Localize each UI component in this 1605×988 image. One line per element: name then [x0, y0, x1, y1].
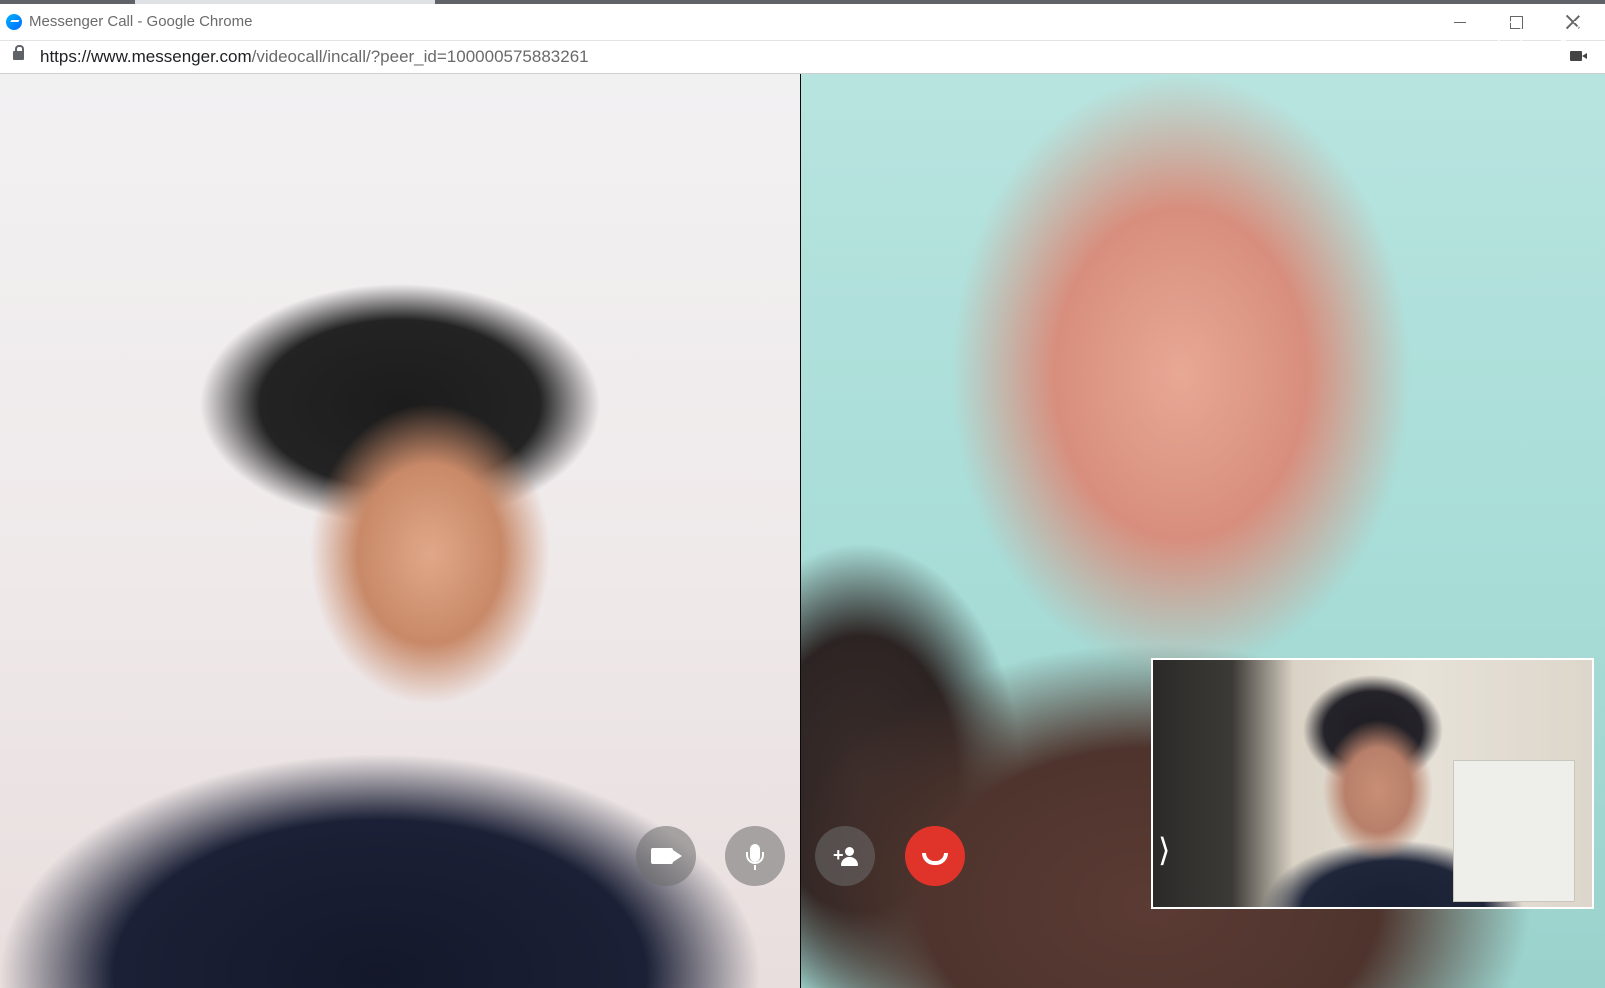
window-title: Messenger Call - Google Chrome: [29, 13, 253, 30]
fullscreen-icon: [1561, 21, 1583, 43]
end-call-icon: [922, 853, 948, 865]
address-bar: https://www.messenger.com/videocall/inca…: [0, 41, 1605, 74]
camera-in-use-icon[interactable]: [1570, 51, 1587, 61]
fullscreen-button[interactable]: [1558, 18, 1586, 46]
call-controls: +: [0, 826, 1605, 890]
layout-icon: [1498, 21, 1522, 43]
minimize-icon: [1454, 21, 1466, 23]
add-participant-button[interactable]: +: [815, 826, 875, 886]
messenger-icon: [6, 14, 22, 30]
add-person-icon: +: [833, 846, 858, 866]
window-titlebar: Messenger Call - Google Chrome: [0, 4, 1605, 41]
toggle-video-button[interactable]: [636, 826, 696, 886]
video-camera-icon: [651, 848, 673, 864]
url-field[interactable]: https://www.messenger.com/videocall/inca…: [40, 47, 589, 67]
end-call-button[interactable]: [905, 826, 965, 886]
url-path: /videocall/incall/?peer_id=1000005758832…: [251, 47, 589, 66]
minimize-button[interactable]: [1432, 4, 1488, 40]
toggle-mic-button[interactable]: [725, 826, 785, 886]
layout-toggle-button[interactable]: [1496, 18, 1524, 46]
url-host: https://www.messenger.com: [40, 47, 252, 66]
lock-icon[interactable]: [13, 45, 24, 60]
microphone-icon: [746, 844, 764, 870]
